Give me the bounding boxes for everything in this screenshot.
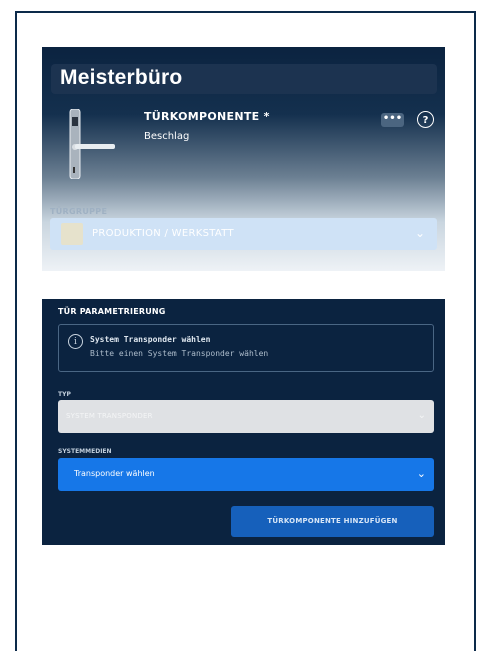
component-label: TÜRKOMPONENTE *	[144, 110, 270, 123]
typ-value: SYSTEM TRANSPONDER	[66, 412, 153, 420]
parameter-card: TÜR PARAMETRIERUNG i System Transponder …	[42, 299, 445, 545]
info-icon: i	[68, 334, 83, 349]
add-component-button[interactable]: TÜRKOMPONENTE HINZUFÜGEN	[231, 506, 434, 537]
door-card: Meisterbüro TÜRKOMPONENTE * Beschlag •••…	[42, 47, 445, 271]
info-box: i System Transponder wählen Bitte einen …	[58, 324, 434, 372]
systemmedien-select[interactable]: Transponder wählen ⌄	[58, 458, 434, 491]
chevron-down-icon: ⌄	[417, 410, 426, 421]
group-label: TÜRGRUPPE	[50, 207, 108, 216]
systemmedien-value: Transponder wählen	[74, 469, 155, 478]
typ-select[interactable]: SYSTEM TRANSPONDER ⌄	[58, 400, 434, 433]
chevron-down-icon: ⌄	[414, 226, 425, 240]
group-value: PRODUKTION / WERKSTATT	[92, 228, 234, 239]
typ-label: TYP	[58, 391, 71, 398]
title-bar: Meisterbüro	[51, 64, 437, 94]
chevron-down-icon: ⌄	[416, 467, 426, 480]
door-name: Meisterbüro	[60, 66, 183, 89]
info-text: Bitte einen System Transponder wählen	[90, 349, 269, 358]
door-handle-icon	[69, 109, 115, 179]
info-title: System Transponder wählen	[90, 335, 211, 344]
group-select[interactable]: PRODUKTION / WERKSTATT ⌄	[50, 218, 437, 250]
section-title: TÜR PARAMETRIERUNG	[58, 307, 166, 316]
more-icon[interactable]: •••	[381, 113, 404, 127]
help-icon[interactable]: ?	[417, 111, 434, 128]
component-value: Beschlag	[144, 131, 190, 142]
systemmedien-label: SYSTEMMEDIEN	[58, 448, 112, 455]
group-color-swatch	[61, 223, 83, 245]
